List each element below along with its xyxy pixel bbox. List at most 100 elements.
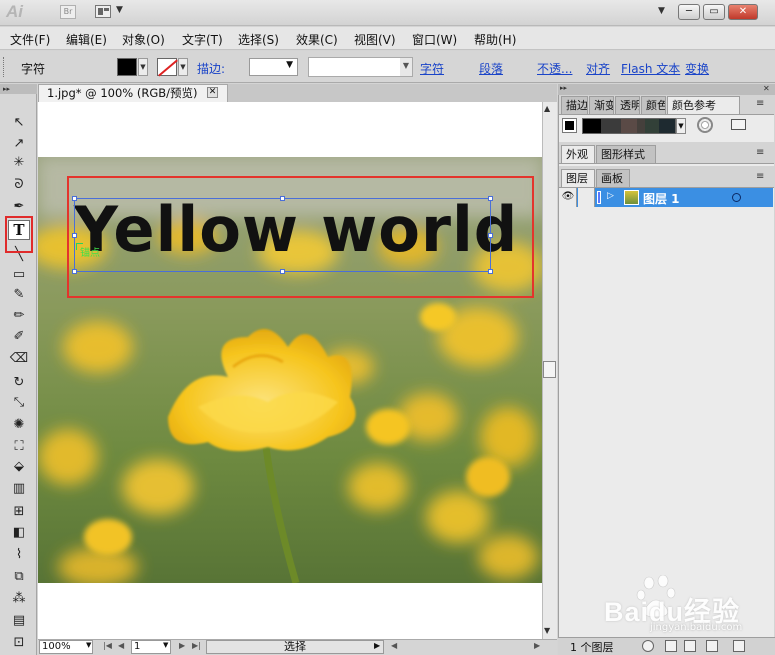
document-tab[interactable]: 1.jpg* @ 100% (RGB/预览): [38, 84, 228, 102]
blend-tool[interactable]: ⧉: [8, 568, 30, 586]
direct-selection-tool[interactable]: ↗: [8, 135, 30, 153]
status-field[interactable]: 选择: [206, 640, 384, 654]
layer-name[interactable]: 图层 1: [643, 190, 680, 207]
menu-view[interactable]: 视图(V): [354, 31, 396, 48]
paintbrush-tool[interactable]: ✎: [8, 286, 30, 304]
menu-effect[interactable]: 效果(C): [296, 31, 338, 48]
pen-tool[interactable]: ✒: [8, 198, 30, 216]
dock-collapse-icon[interactable]: ▸▸: [560, 84, 567, 92]
delete-layer-icon[interactable]: [733, 640, 745, 652]
graph-tool[interactable]: ▥: [8, 480, 30, 498]
color-guide-base-swatch[interactable]: [562, 118, 577, 133]
new-sublayer-icon[interactable]: [684, 640, 696, 652]
tab-transparency[interactable]: 透明: [615, 96, 640, 114]
minimize-button[interactable]: ─: [678, 4, 700, 20]
rotate-tool[interactable]: ↻: [8, 374, 30, 392]
align-link[interactable]: 对齐: [586, 60, 610, 77]
shape-builder-tool[interactable]: ⬙: [8, 458, 30, 476]
handle-top-right[interactable]: [488, 196, 493, 201]
magic-wand-tool[interactable]: ✳: [8, 154, 30, 172]
stroke-weight-input[interactable]: ▼: [249, 58, 298, 76]
edit-colors-icon[interactable]: [697, 117, 713, 133]
new-layer-icon[interactable]: [706, 640, 718, 652]
zoom-field[interactable]: 100%: [39, 640, 93, 654]
panel-dock-header[interactable]: [558, 84, 775, 95]
arrange-documents-icon[interactable]: [95, 5, 111, 18]
harmony-color-strip[interactable]: [582, 118, 676, 134]
warp-tool[interactable]: ✺: [8, 416, 30, 434]
layers-menu-icon[interactable]: ≡: [756, 171, 764, 182]
handle-bottom-left[interactable]: [72, 269, 77, 274]
scroll-right-icon[interactable]: ▶: [534, 641, 540, 650]
type-tool[interactable]: T: [8, 220, 30, 240]
control-bar-grip[interactable]: [3, 57, 6, 77]
lock-toggle[interactable]: [578, 188, 595, 207]
handle-top-center[interactable]: [280, 196, 285, 201]
menu-object[interactable]: 对象(O): [122, 31, 165, 48]
menu-window[interactable]: 窗口(W): [412, 31, 457, 48]
mesh-tool[interactable]: ⊞: [8, 503, 30, 521]
selection-tool[interactable]: ↖: [8, 114, 30, 132]
visibility-eye-icon[interactable]: 👁: [560, 188, 577, 207]
tab-color-guide[interactable]: 颜色参考: [667, 96, 740, 114]
eyedropper-tool[interactable]: ⌇: [8, 546, 30, 564]
blob-brush-tool[interactable]: ✐: [8, 328, 30, 346]
expand-layer-icon[interactable]: ▷: [607, 191, 614, 201]
menu-select[interactable]: 选择(S): [238, 31, 279, 48]
menu-edit[interactable]: 编辑(E): [66, 31, 107, 48]
next-artboard-icon[interactable]: ▶: [179, 641, 185, 650]
character-link[interactable]: 字符: [420, 60, 444, 77]
paragraph-link[interactable]: 段落: [479, 60, 503, 77]
eraser-tool[interactable]: ⌫: [8, 350, 30, 368]
fill-color-swatch[interactable]: [117, 58, 137, 76]
appearance-menu-icon[interactable]: ≡: [756, 147, 764, 158]
artboard-tool[interactable]: ⊡: [8, 634, 30, 652]
locate-object-icon[interactable]: [642, 640, 654, 652]
save-color-group-icon[interactable]: [731, 119, 746, 130]
stroke-dropdown-icon[interactable]: ▼: [178, 58, 188, 76]
opacity-link[interactable]: 不透...: [537, 60, 572, 77]
color-guide-menu-icon[interactable]: ≡: [756, 98, 764, 109]
free-transform-tool[interactable]: ⛶: [8, 438, 30, 456]
document-close-icon[interactable]: ✕: [207, 87, 218, 98]
layer-target-icon[interactable]: [732, 193, 741, 202]
symbol-sprayer-tool[interactable]: ⁂: [8, 590, 30, 608]
status-menu-icon[interactable]: ▶: [374, 641, 380, 650]
gradient-tool[interactable]: ◧: [8, 524, 30, 542]
menu-file[interactable]: 文件(F): [10, 31, 50, 48]
zoom-dropdown-icon[interactable]: ▼: [86, 641, 91, 649]
pencil-tool[interactable]: ✏: [8, 307, 30, 325]
bridge-button[interactable]: Br: [60, 5, 76, 19]
tab-graphic-styles[interactable]: 图形样式: [596, 145, 656, 163]
last-artboard-icon[interactable]: ▶|: [192, 641, 201, 650]
handle-bottom-center[interactable]: [280, 269, 285, 274]
close-button[interactable]: ✕: [728, 4, 758, 20]
graphic-style-dropdown[interactable]: ▼: [308, 57, 413, 77]
scroll-thumb[interactable]: [543, 361, 556, 378]
menu-type[interactable]: 文字(T): [182, 31, 223, 48]
prev-artboard-icon[interactable]: ◀: [118, 641, 124, 650]
tab-stroke[interactable]: 描边: [561, 96, 588, 114]
tab-appearance[interactable]: 外观: [561, 145, 595, 163]
artboard-dropdown-icon[interactable]: ▼: [163, 641, 168, 649]
tab-gradient[interactable]: 渐变: [589, 96, 614, 114]
scroll-up-icon[interactable]: ▲: [544, 104, 550, 113]
harmony-dropdown-icon[interactable]: ▼: [676, 118, 686, 134]
scroll-left-icon[interactable]: ◀: [391, 641, 397, 650]
handle-top-left[interactable]: [72, 196, 77, 201]
tab-layers[interactable]: 图层: [561, 169, 595, 187]
tab-artboards[interactable]: 画板: [596, 169, 630, 187]
tools-panel-header[interactable]: ▸▸: [0, 84, 37, 94]
fill-dropdown-icon[interactable]: ▼: [138, 58, 148, 76]
arrange-dropdown-icon[interactable]: ▼: [116, 5, 123, 15]
scale-tool[interactable]: ⤡: [8, 394, 30, 412]
scroll-down-icon[interactable]: ▼: [544, 626, 550, 635]
handle-middle-right[interactable]: [488, 233, 493, 238]
workspace-dropdown-icon[interactable]: ▼: [658, 6, 665, 16]
tab-color[interactable]: 颜色: [641, 96, 666, 114]
transform-link[interactable]: 变换: [685, 60, 709, 77]
handle-middle-left[interactable]: [72, 233, 77, 238]
restore-button[interactable]: ▭: [703, 4, 725, 20]
first-artboard-icon[interactable]: |◀: [103, 641, 112, 650]
rectangle-tool[interactable]: ▭: [8, 266, 30, 284]
